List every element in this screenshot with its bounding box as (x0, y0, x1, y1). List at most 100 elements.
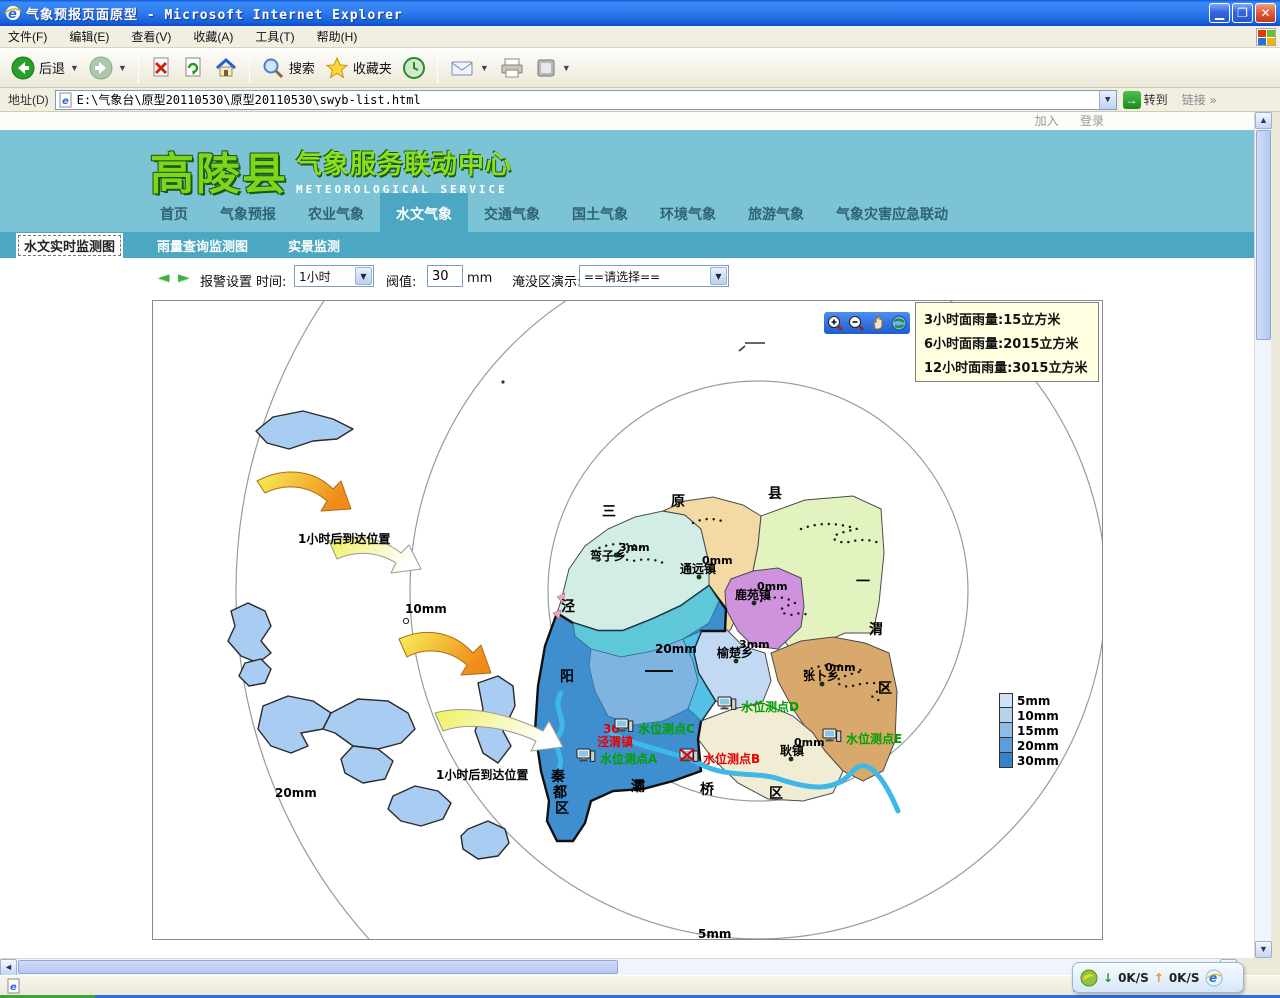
legend-swatch-10mm (999, 708, 1013, 723)
minimize-button[interactable]: ▁ (1209, 3, 1230, 23)
go-button[interactable]: → 转到 (1123, 91, 1168, 109)
menu-edit[interactable]: 编辑(E) (69, 28, 109, 45)
subnav-live-monitor[interactable]: 实景监测 (282, 234, 346, 257)
ie-widget-icon[interactable]: e (1205, 969, 1223, 987)
menu-help[interactable]: 帮助(H) (317, 28, 358, 45)
sub-nav: 水文实时监测图 雨量查询监测图 实景监测 (0, 232, 1254, 258)
flood-demo-select[interactable]: ==请选择== ▼ (579, 265, 729, 287)
address-dropdown-button[interactable]: ▼ (1099, 91, 1116, 109)
back-button[interactable]: 后退▼ (6, 53, 84, 83)
hydrology-map[interactable]: 1小时后到达位置 1小时后到达位置 10mm 20mm 20mm 5mm 三 原… (152, 300, 1103, 940)
nav-weather-forecast[interactable]: 气象预报 (204, 194, 292, 234)
refresh-button[interactable] (177, 53, 209, 83)
map-dot-mark (501, 380, 504, 383)
scroll-up-button[interactable]: ▲ (1255, 112, 1272, 129)
nav-emergency[interactable]: 气象灾害应急联动 (820, 194, 964, 234)
legend-row: 20mm (999, 738, 1059, 753)
station-e-label[interactable]: 水位测点E (846, 731, 902, 746)
join-link[interactable]: 加入 (1035, 114, 1059, 128)
links-label[interactable]: 链接 (1182, 91, 1206, 108)
rain-12h: 12小时面雨量:3015立方米 (924, 357, 1098, 381)
nav-land[interactable]: 国土气象 (556, 194, 644, 234)
map-canvas: 1小时后到达位置 1小时后到达位置 10mm 20mm 20mm 5mm 三 原… (153, 301, 1102, 939)
pan-hand-icon[interactable] (870, 315, 886, 331)
nav-tourism[interactable]: 旅游气象 (732, 194, 820, 234)
search-button[interactable]: 搜索 (256, 53, 320, 83)
subnav-rain-query[interactable]: 雨量查询监测图 (151, 234, 254, 257)
print-button[interactable] (494, 53, 530, 83)
district-wei: 渭 (869, 622, 883, 638)
stop-button[interactable] (145, 53, 177, 83)
station-d-label[interactable]: 水位测点D (741, 699, 799, 714)
close-button[interactable]: ✕ (1255, 3, 1276, 23)
menu-tools[interactable]: 工具(T) (255, 28, 294, 45)
next-arrow-button[interactable]: ► (178, 268, 190, 286)
mail-button[interactable]: ▼ (444, 53, 494, 83)
legend-label-30mm: 30mm (1017, 754, 1059, 768)
scroll-down-button[interactable]: ▼ (1255, 941, 1272, 958)
rain-6h: 6小时面雨量:2015立方米 (924, 333, 1098, 357)
nav-agriculture[interactable]: 农业气象 (292, 194, 380, 234)
legend-swatch-30mm (999, 753, 1013, 768)
nav-traffic[interactable]: 交通气象 (468, 194, 556, 234)
refresh-icon (182, 56, 204, 80)
nav-hydrology[interactable]: 水文气象 (380, 193, 468, 235)
station-a-label[interactable]: 水位测点A (600, 751, 658, 766)
edit-button[interactable]: ▼ (530, 53, 576, 83)
favorites-button[interactable]: 收藏夹 (320, 53, 397, 83)
menu-favorites[interactable]: 收藏(A) (193, 28, 233, 45)
zoom-out-icon[interactable] (848, 315, 864, 331)
scroll-left-button[interactable]: ◄ (0, 959, 17, 976)
network-speed-widget[interactable]: ↓ 0K/S ↑ 0K/S e (1072, 962, 1244, 993)
station-d-icon[interactable] (718, 697, 736, 709)
time-select-value: 1小时 (299, 268, 331, 285)
history-button[interactable] (397, 53, 431, 83)
vertical-scroll-thumb[interactable] (1256, 130, 1271, 340)
prev-arrow-button[interactable]: ◄ (158, 268, 170, 286)
go-icon: → (1123, 91, 1141, 109)
menu-bar: 文件(F) 编辑(E) 查看(V) 收藏(A) 工具(T) 帮助(H) (0, 26, 1280, 48)
maximize-button[interactable]: ❐ (1232, 3, 1253, 23)
ie-app-icon: e (4, 4, 22, 22)
login-link[interactable]: 登录 (1080, 114, 1104, 128)
vertical-scrollbar[interactable]: ▲ ▼ (1254, 112, 1271, 958)
home-button[interactable] (209, 53, 243, 83)
home-icon (214, 56, 238, 80)
legend-label-15mm: 15mm (1017, 724, 1059, 738)
map-toolbar (824, 312, 910, 334)
threshold-input[interactable] (427, 265, 463, 287)
station-c-label[interactable]: 水位测点C (638, 721, 695, 736)
gauge-gengzhen (789, 757, 794, 762)
globe-icon[interactable] (891, 315, 907, 331)
time-select[interactable]: 1小时 ▼ (294, 265, 374, 287)
forward-button[interactable]: ▼ (84, 53, 132, 83)
legend-swatch-15mm (999, 723, 1013, 738)
rain-yuchu: 3mm (739, 638, 770, 651)
subnav-realtime-monitor[interactable]: 水文实时监测图 (16, 233, 123, 258)
nav-home[interactable]: 首页 (144, 194, 204, 234)
menu-view[interactable]: 查看(V) (131, 28, 171, 45)
legend-row: 15mm (999, 723, 1059, 738)
back-icon (11, 56, 35, 80)
horizontal-scrollbar[interactable]: ◄ ► (0, 958, 1237, 975)
links-chevron-icon[interactable]: » (1210, 93, 1217, 107)
flood-select-value: ==请选择== (584, 268, 660, 285)
download-speed: 0K/S (1118, 971, 1149, 985)
contour-5mm: 5mm (698, 927, 731, 939)
legend-row: 30mm (999, 753, 1059, 768)
district-yang: 阳 (560, 669, 574, 685)
upload-speed: 0K/S (1169, 971, 1200, 985)
time-select-arrow-icon: ▼ (355, 267, 372, 285)
contour-20mm-left: 20mm (275, 786, 317, 800)
download-arrow-icon: ↓ (1103, 971, 1113, 985)
menu-file[interactable]: 文件(F) (8, 28, 47, 45)
district-qiao: 桥 (700, 781, 715, 798)
svg-text:e: e (62, 96, 69, 107)
district-yuan: 原 (671, 494, 685, 510)
back-label: 后退 (39, 58, 65, 77)
station-b-label[interactable]: 水位测点B (703, 751, 760, 766)
nav-environment[interactable]: 环境气象 (644, 194, 732, 234)
address-input[interactable]: e E:\气象台\原型20110530\原型20110530\swyb-list… (55, 90, 1117, 110)
horizontal-scroll-thumb[interactable] (18, 960, 618, 974)
zoom-in-icon[interactable] (827, 315, 843, 331)
